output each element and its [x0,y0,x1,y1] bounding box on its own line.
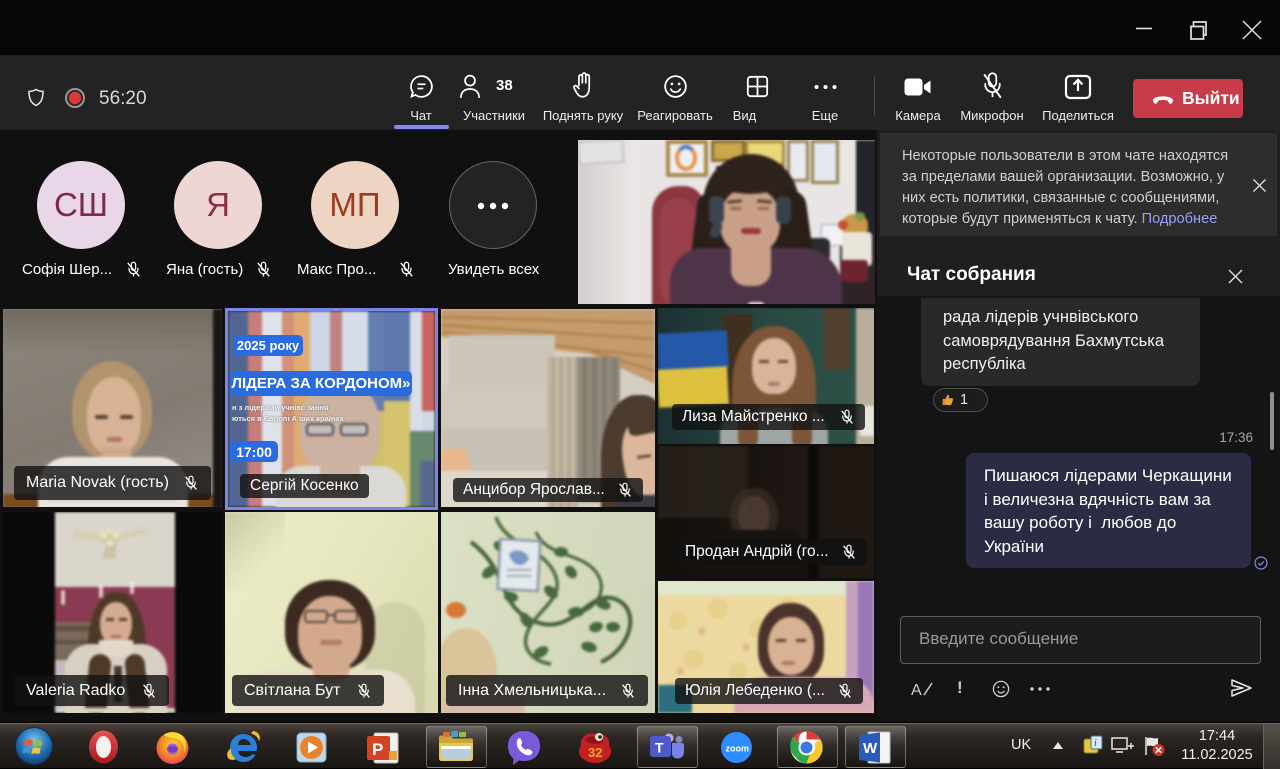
svg-text:A: A [911,682,922,699]
svg-text:P: P [372,740,383,759]
svg-text:W: W [863,740,878,757]
svg-text:T: T [655,740,664,756]
svg-text:32: 32 [588,745,602,760]
svg-text:zoom: zoom [726,744,750,754]
svg-text:i: i [1094,738,1097,749]
